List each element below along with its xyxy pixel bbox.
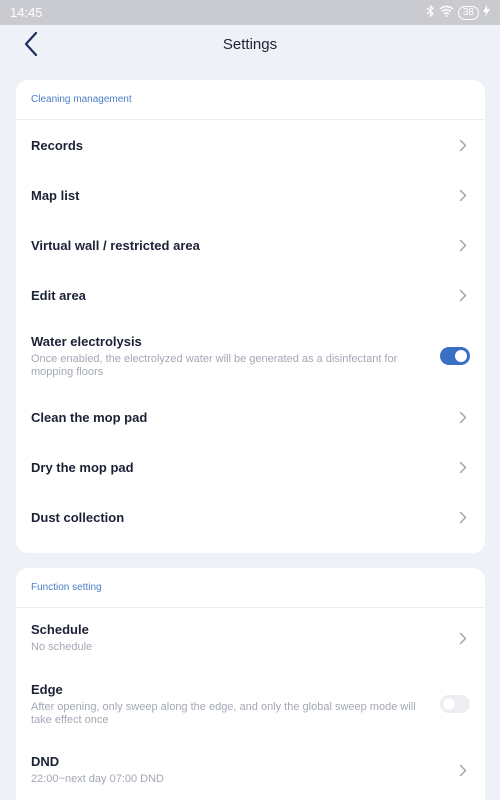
toggle-knob (443, 698, 455, 710)
toggle-knob (455, 350, 467, 362)
chevron-right-icon (456, 410, 470, 424)
virtual-wall-row[interactable]: Virtual wall / restricted area (16, 220, 485, 270)
dust-collection-label: Dust collection (31, 509, 125, 525)
water-electrolysis-text: Water electrolysis Once enabled, the ele… (31, 334, 416, 379)
dust-collection-row[interactable]: Dust collection (16, 492, 485, 542)
charging-icon (483, 5, 490, 20)
function-setting-card: Function setting Schedule No schedule Ed… (16, 568, 485, 800)
chevron-right-icon (456, 460, 470, 474)
clean-mop-pad-row[interactable]: Clean the mop pad (16, 392, 485, 442)
dry-mop-pad-row[interactable]: Dry the mop pad (16, 442, 485, 492)
battery-icon: 38 (457, 5, 479, 20)
schedule-label: Schedule (31, 622, 89, 637)
wifi-icon (439, 5, 454, 20)
edge-label: Edge (31, 681, 63, 697)
status-icons: 38 (426, 4, 490, 20)
section-title-cleaning-management: Cleaning management (16, 80, 485, 120)
cleaning-management-card: Cleaning management Records Map list Vir… (16, 80, 485, 553)
chevron-right-icon (456, 138, 470, 152)
records-label: Records (31, 137, 84, 153)
chevron-right-icon (456, 188, 470, 202)
dnd-row[interactable]: DND 22:00~next day 07:00 DND (16, 740, 485, 800)
virtual-wall-label: Virtual wall / restricted area (31, 237, 200, 253)
status-bar: 14:45 38 (0, 0, 500, 25)
edit-area-row[interactable]: Edit area (16, 270, 485, 320)
clean-mop-pad-label: Clean the mop pad (31, 409, 148, 425)
page-title: Settings (222, 36, 278, 53)
chevron-right-icon (456, 510, 470, 524)
header: Settings (0, 25, 500, 67)
chevron-right-icon (456, 631, 470, 645)
edge-toggle[interactable] (440, 695, 470, 713)
schedule-description: No schedule (31, 641, 93, 653)
section-title-function-setting: Function setting (16, 568, 485, 608)
dnd-description: 22:00~next day 07:00 DND (31, 773, 165, 785)
water-electrolysis-toggle[interactable] (440, 347, 470, 365)
dnd-text: DND 22:00~next day 07:00 DND (31, 754, 164, 786)
water-electrolysis-row: Water electrolysis Once enabled, the ele… (16, 320, 485, 392)
edit-area-label: Edit area (31, 287, 86, 303)
schedule-row[interactable]: Schedule No schedule (16, 608, 485, 668)
chevron-right-icon (456, 238, 470, 252)
schedule-text: Schedule No schedule (31, 622, 92, 654)
edge-text: Edge After opening, only sweep along the… (31, 682, 416, 727)
map-list-row[interactable]: Map list (16, 170, 485, 220)
dry-mop-pad-label: Dry the mop pad (31, 459, 134, 475)
water-electrolysis-label: Water electrolysis (31, 333, 142, 349)
map-list-label: Map list (31, 187, 80, 203)
records-row[interactable]: Records (16, 120, 485, 170)
chevron-right-icon (456, 288, 470, 302)
dnd-label: DND (31, 754, 60, 769)
chevron-right-icon (456, 763, 470, 777)
status-time: 14:45 (10, 5, 43, 20)
water-electrolysis-description: Once enabled, the electrolyzed water wil… (31, 352, 398, 378)
edge-row: Edge After opening, only sweep along the… (16, 668, 485, 740)
edge-description: After opening, only sweep along the edge… (31, 700, 416, 726)
bluetooth-icon (426, 4, 435, 20)
